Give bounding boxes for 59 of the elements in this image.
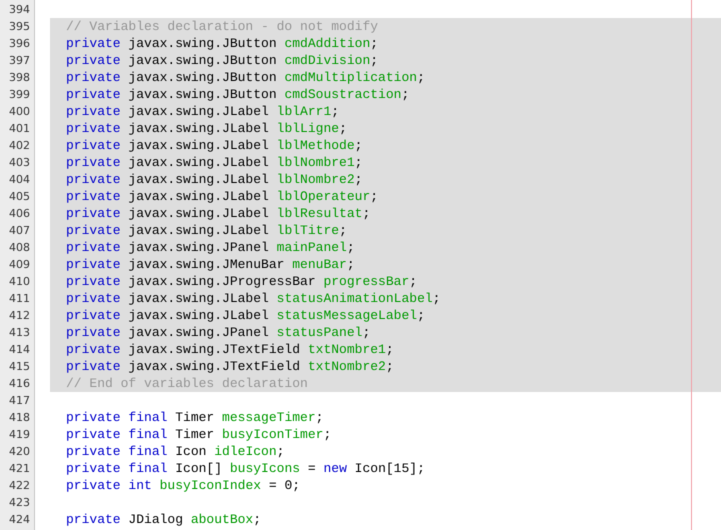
line-number: 402 <box>9 139 30 152</box>
code-line: private final Timer messageTimer; <box>66 410 324 425</box>
code-line: private javax.swing.JLabel lblResultat; <box>66 206 370 221</box>
code-line: private javax.swing.JLabel lblOperateur; <box>66 189 378 204</box>
line-number: 415 <box>9 360 30 373</box>
code-line: private final Icon idleIcon; <box>66 444 284 459</box>
code-line: // End of variables declaration <box>66 376 308 391</box>
code-line: private javax.swing.JPanel statusPanel; <box>66 325 370 340</box>
line-number: 405 <box>9 190 30 203</box>
code-line: private javax.swing.JButton cmdMultiplication; <box>66 70 425 85</box>
line-number: 394 <box>9 3 30 16</box>
code-line: private javax.swing.JTextField txtNombre1; <box>66 342 394 357</box>
code-line: private JDialog aboutBox; <box>66 512 262 527</box>
code-line: private final Timer busyIconTimer; <box>66 427 332 442</box>
code-line: private javax.swing.JProgressBar progressBar; <box>66 274 418 289</box>
code-line: private javax.swing.JLabel statusMessageLabel; <box>66 308 425 323</box>
line-number: 410 <box>9 275 30 288</box>
code-line: private javax.swing.JLabel lblLigne; <box>66 121 347 136</box>
line-number: 398 <box>9 71 30 84</box>
line-number: 401 <box>9 122 30 135</box>
code-line: private javax.swing.JLabel lblArr1; <box>66 104 340 119</box>
line-number: 414 <box>9 343 30 356</box>
line-number: 416 <box>9 377 30 390</box>
code-line: private javax.swing.JLabel lblTitre; <box>66 223 347 238</box>
line-number: 403 <box>9 156 30 169</box>
code-line: private javax.swing.JLabel lblNombre1; <box>66 155 362 170</box>
line-number: 421 <box>9 462 30 475</box>
code-line: private javax.swing.JLabel statusAnimationLabel; <box>66 291 440 306</box>
code-line: private javax.swing.JButton cmdSoustraction; <box>66 87 410 102</box>
code-line: private final Icon[] busyIcons = new Icon[15]; <box>66 461 425 476</box>
line-number: 417 <box>9 394 30 407</box>
line-number: 411 <box>9 292 30 305</box>
line-number: 409 <box>9 258 30 271</box>
line-number: 408 <box>9 241 30 254</box>
line-number: 420 <box>9 445 30 458</box>
code-line: private javax.swing.JLabel lblMethode; <box>66 138 362 153</box>
line-number: 407 <box>9 224 30 237</box>
code-line: private javax.swing.JMenuBar menuBar; <box>66 257 355 272</box>
code-line: private javax.swing.JTextField txtNombre2; <box>66 359 394 374</box>
line-number: 424 <box>9 513 30 526</box>
code-line: // Variables declaration - do not modify <box>66 19 378 34</box>
code-line: private javax.swing.JButton cmdAddition; <box>66 36 378 51</box>
code-line: private javax.swing.JButton cmdDivision; <box>66 53 378 68</box>
line-number: 400 <box>9 105 30 118</box>
line-number: 423 <box>9 496 30 509</box>
code-line: private int busyIconIndex = 0; <box>66 478 300 493</box>
line-number: 395 <box>9 20 30 33</box>
line-number: 418 <box>9 411 30 424</box>
line-number: 422 <box>9 479 30 492</box>
line-number: 406 <box>9 207 30 220</box>
line-number: 404 <box>9 173 30 186</box>
code-line: private javax.swing.JPanel mainPanel; <box>66 240 355 255</box>
line-number: 399 <box>9 88 30 101</box>
code-line: private javax.swing.JLabel lblNombre2; <box>66 172 362 187</box>
line-number: 413 <box>9 326 30 339</box>
line-number: 412 <box>9 309 30 322</box>
line-number: 419 <box>9 428 30 441</box>
line-number: 396 <box>9 37 30 50</box>
line-number: 397 <box>9 54 30 67</box>
